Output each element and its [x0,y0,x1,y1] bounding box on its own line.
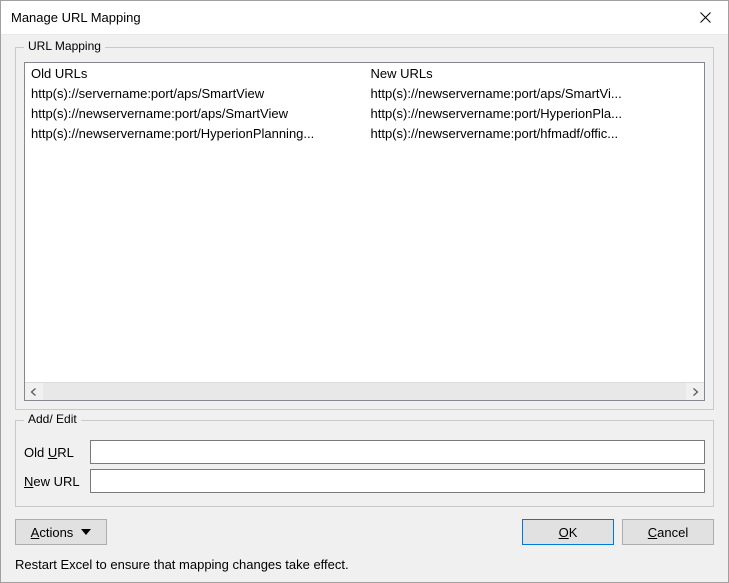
footer-note: Restart Excel to ensure that mapping cha… [15,555,714,572]
table-row[interactable]: http(s)://newservername:port/HyperionPla… [25,123,704,143]
add-edit-group-label: Add/ Edit [24,412,81,426]
chevron-down-icon [81,529,91,535]
button-row: Actions OK Cancel [15,517,714,545]
dialog-body: URL Mapping Old URLs New URLs [1,35,728,582]
ok-button[interactable]: OK [522,519,614,545]
col-header-new-urls[interactable]: New URLs [365,63,705,83]
cancel-button[interactable]: Cancel [622,519,714,545]
window-title: Manage URL Mapping [11,10,682,25]
url-mapping-list[interactable]: Old URLs New URLs http(s)://servername:p… [24,62,705,401]
scroll-left-arrow-icon[interactable] [25,383,43,400]
cell-old-url: http(s)://newservername:port/aps/SmartVi… [25,103,365,123]
table-row[interactable]: http(s)://newservername:port/aps/SmartVi… [25,103,704,123]
table-header-row: Old URLs New URLs [25,63,704,83]
url-mapping-table: Old URLs New URLs http(s)://servername:p… [25,63,704,143]
horizontal-scrollbar[interactable] [25,382,704,400]
add-edit-group: Add/ Edit Old URL New URL [15,420,714,507]
scroll-right-arrow-icon[interactable] [686,383,704,400]
url-mapping-list-body: Old URLs New URLs http(s)://servername:p… [25,63,704,382]
scroll-track[interactable] [43,383,686,400]
titlebar: Manage URL Mapping [1,1,728,35]
old-url-row: Old URL [24,440,705,464]
cell-old-url: http(s)://newservername:port/HyperionPla… [25,123,365,143]
table-row[interactable]: http(s)://servername:port/aps/SmartView … [25,83,704,103]
new-url-row: New URL [24,469,705,493]
close-icon [700,12,711,23]
url-mapping-group: URL Mapping Old URLs New URLs [15,47,714,410]
close-button[interactable] [682,1,728,35]
old-url-label: Old URL [24,445,90,460]
cell-new-url: http(s)://newservername:port/hfmadf/offi… [365,123,705,143]
cell-old-url: http(s)://servername:port/aps/SmartView [25,83,365,103]
actions-button[interactable]: Actions [15,519,107,545]
new-url-input[interactable] [90,469,705,493]
dialog-window: Manage URL Mapping URL Mapping Old URLs … [0,0,729,583]
url-mapping-group-label: URL Mapping [24,39,105,53]
new-url-label: New URL [24,474,90,489]
cell-new-url: http(s)://newservername:port/aps/SmartVi… [365,83,705,103]
col-header-old-urls[interactable]: Old URLs [25,63,365,83]
cell-new-url: http(s)://newservername:port/HyperionPla… [365,103,705,123]
old-url-input[interactable] [90,440,705,464]
